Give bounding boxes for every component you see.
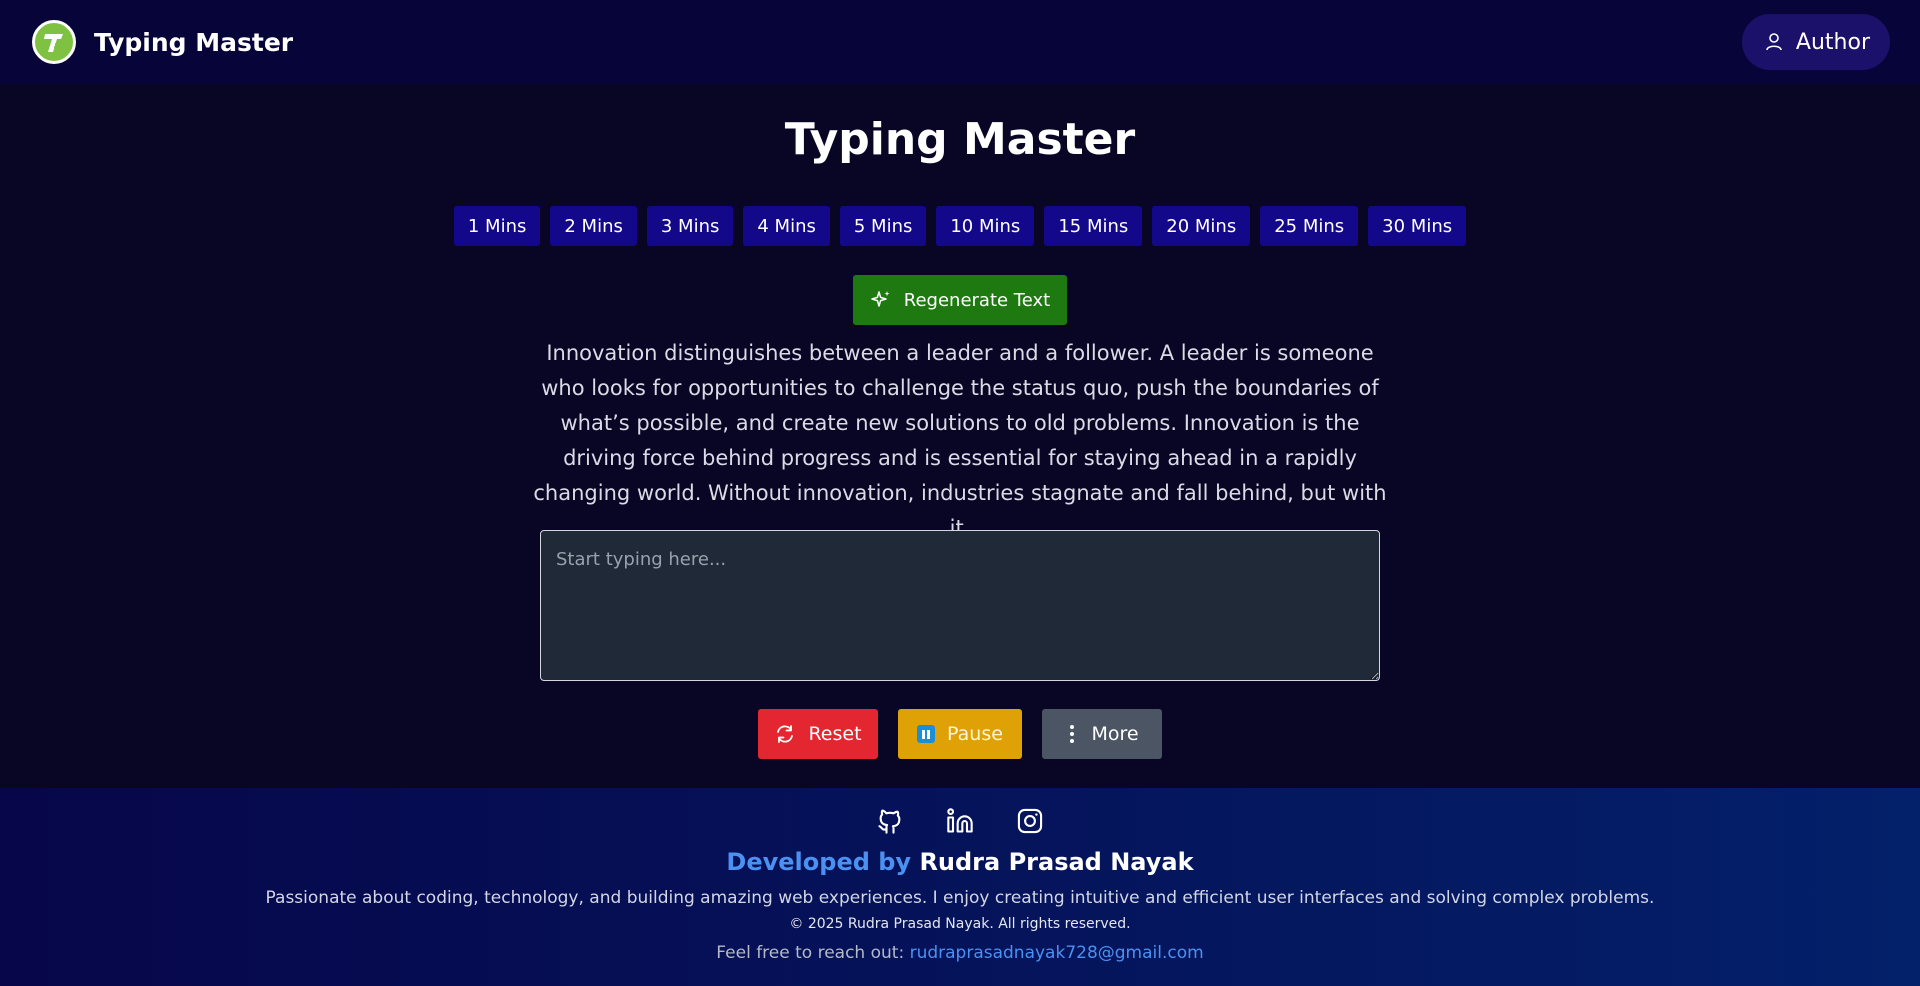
duration-button-10[interactable]: 10 Mins [936,206,1035,246]
brand-name: Typing Master [94,27,294,57]
instagram-icon[interactable] [1015,806,1045,836]
contact-email-link[interactable]: rudraprasadnayak728@gmail.com [910,943,1204,963]
reset-label: Reset [808,723,862,745]
brand[interactable]: Typing Master [32,20,293,64]
duration-button-1[interactable]: 1 Mins [453,206,541,246]
more-button[interactable]: More [1042,709,1162,759]
developer-name: Rudra Prasad Nayak [919,848,1194,876]
footer: Developed by Rudra Prasad Nayak Passiona… [0,788,1920,986]
duration-button-2[interactable]: 2 Mins [550,206,637,246]
navbar: Typing Master Author [0,0,1920,84]
contact-line: Feel free to reach out: rudraprasadnayak… [0,943,1920,963]
duration-button-4[interactable]: 4 Mins [743,206,830,246]
regenerate-label: Regenerate Text [903,289,1051,311]
typing-passage: Innovation distinguishes between a leade… [533,341,1387,540]
developer-credit: Developed by Rudra Prasad Nayak [0,848,1920,876]
reset-button[interactable]: Reset [758,709,878,759]
duration-button-3[interactable]: 3 Mins [646,206,734,246]
main-content: Typing Master 1 Mins 2 Mins 3 Mins 4 Min… [0,84,1920,788]
page-title: Typing Master [784,114,1136,165]
refresh-icon [777,725,794,743]
duration-button-25[interactable]: 25 Mins [1260,206,1359,246]
logo-t-glyph [44,34,63,52]
duration-button-5[interactable]: 5 Mins [839,206,927,246]
author-button[interactable]: Author [1741,14,1890,70]
duration-button-30[interactable]: 30 Mins [1368,206,1467,246]
developer-bio: Passionate about coding, technology, and… [265,888,1655,908]
app-logo-icon [32,20,76,64]
developer-prefix: Developed by [726,848,912,876]
contact-prefix: Feel free to reach out: [716,943,905,963]
control-buttons: Reset Pause More [0,709,1920,759]
sparkles-icon [871,291,890,307]
pause-icon [917,725,936,743]
duration-button-20[interactable]: 20 Mins [1152,206,1251,246]
pause-label: Pause [947,723,1003,745]
user-icon [1766,33,1782,51]
github-icon[interactable] [875,806,905,836]
pause-button[interactable]: Pause [898,709,1022,759]
typing-input[interactable] [540,530,1380,681]
copyright-text: © 2025 Rudra Prasad Nayak. All rights re… [789,916,1131,932]
social-links [0,806,1920,836]
author-label: Author [1795,29,1870,55]
more-vertical-icon [1070,725,1075,743]
regenerate-text-button[interactable]: Regenerate Text [853,275,1067,325]
duration-button-15[interactable]: 15 Mins [1044,206,1143,246]
more-label: More [1091,723,1139,745]
linkedin-icon[interactable] [945,806,975,836]
duration-selector: 1 Mins 2 Mins 3 Mins 4 Mins 5 Mins 10 Mi… [0,206,1920,246]
